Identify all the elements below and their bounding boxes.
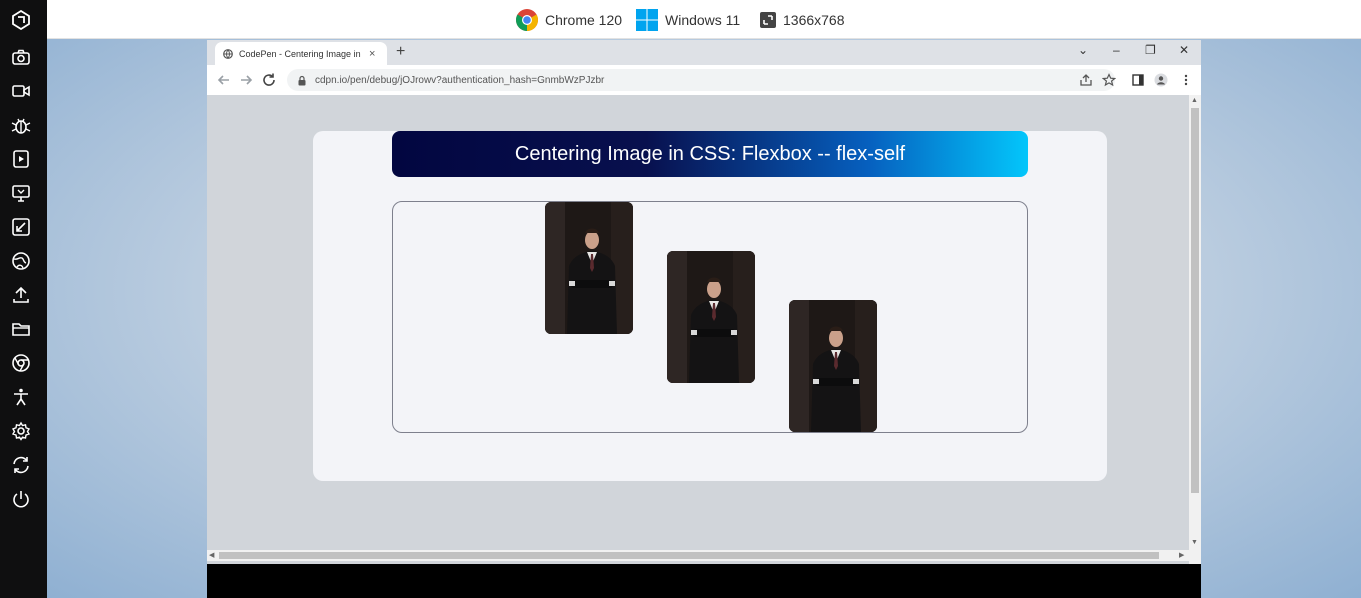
tab-codepen[interactable]: CodePen - Centering Image in C × bbox=[215, 42, 387, 65]
maximize-button[interactable]: ❐ bbox=[1145, 43, 1156, 57]
tab-search-button[interactable]: ⌄ bbox=[1078, 43, 1088, 57]
share-icon[interactable] bbox=[1079, 73, 1093, 87]
session-info-bar: Chrome 120 Windows 11 1366x768 bbox=[47, 0, 1361, 39]
back-arrow-icon[interactable] bbox=[216, 72, 232, 88]
power-icon[interactable] bbox=[11, 489, 31, 509]
sync-icon[interactable] bbox=[11, 455, 31, 475]
man-in-suit-image bbox=[545, 202, 633, 334]
resize-icon[interactable] bbox=[11, 217, 31, 237]
man-in-suit-image bbox=[789, 300, 877, 432]
play-screen-icon[interactable] bbox=[11, 149, 31, 169]
url-text: cdpn.io/pen/debug/jOJrowv?authentication… bbox=[315, 74, 605, 86]
horizontal-scrollbar[interactable]: ◀ ▶ bbox=[207, 550, 1189, 561]
browser-label: Chrome 120 bbox=[545, 12, 623, 28]
os-info: Windows 11 bbox=[635, 8, 740, 32]
os-label: Windows 11 bbox=[665, 12, 741, 28]
menu-kebab-icon[interactable] bbox=[1179, 73, 1193, 87]
bookmark-star-icon[interactable] bbox=[1102, 73, 1116, 87]
flex-container bbox=[392, 201, 1028, 433]
scroll-left-arrow-icon[interactable]: ◀ bbox=[209, 551, 214, 559]
browser-toolbar: cdpn.io/pen/debug/jOJrowv?authentication… bbox=[207, 65, 1201, 95]
horizontal-scroll-thumb[interactable] bbox=[219, 552, 1159, 559]
bug-icon[interactable] bbox=[11, 115, 31, 135]
demo-card: Centering Image in CSS: Flexbox -- flex-… bbox=[313, 131, 1107, 481]
reload-icon[interactable] bbox=[261, 72, 277, 88]
chrome-logo-icon bbox=[516, 9, 538, 31]
folder-icon[interactable] bbox=[11, 319, 31, 339]
new-tab-button[interactable]: + bbox=[396, 43, 405, 61]
image-flex-end bbox=[789, 300, 877, 432]
profile-avatar-icon[interactable] bbox=[1154, 73, 1168, 87]
settings-icon[interactable] bbox=[11, 421, 31, 441]
resolution-icon bbox=[760, 12, 776, 28]
vertical-scroll-thumb[interactable] bbox=[1191, 108, 1199, 493]
browser-info: Chrome 120 bbox=[515, 8, 622, 32]
man-in-suit-image bbox=[667, 251, 755, 383]
address-bar[interactable]: cdpn.io/pen/debug/jOJrowv?authentication… bbox=[287, 69, 1115, 91]
tab-close-button[interactable]: × bbox=[369, 48, 375, 60]
page-heading: Centering Image in CSS: Flexbox -- flex-… bbox=[392, 131, 1028, 177]
forward-arrow-icon[interactable] bbox=[238, 72, 254, 88]
image-flex-start bbox=[545, 202, 633, 334]
side-panel-icon[interactable] bbox=[1131, 73, 1145, 87]
windows-logo-icon bbox=[636, 9, 658, 31]
scroll-up-arrow-icon[interactable]: ▲ bbox=[1191, 97, 1198, 104]
tab-strip: CodePen - Centering Image in C × + ⌄ – ❐… bbox=[207, 40, 1201, 65]
tab-title: CodePen - Centering Image in C bbox=[239, 48, 363, 59]
accessibility-icon[interactable] bbox=[11, 387, 31, 407]
page-viewport: Centering Image in CSS: Flexbox -- flex-… bbox=[207, 95, 1201, 564]
browser-window: CodePen - Centering Image in C × + ⌄ – ❐… bbox=[207, 40, 1201, 598]
logo-icon[interactable] bbox=[11, 10, 31, 30]
lock-icon bbox=[298, 75, 306, 85]
resolution-label: 1366x768 bbox=[783, 12, 845, 28]
taskbar-area bbox=[207, 564, 1201, 598]
monitor-icon[interactable] bbox=[11, 183, 31, 203]
globe-favicon-icon bbox=[223, 48, 233, 59]
left-sidebar bbox=[0, 0, 47, 598]
upload-icon[interactable] bbox=[11, 285, 31, 305]
close-window-button[interactable]: ✕ bbox=[1179, 43, 1189, 57]
minimize-button[interactable]: – bbox=[1113, 43, 1120, 57]
chrome-icon[interactable] bbox=[11, 353, 31, 373]
image-flex-center bbox=[667, 251, 755, 383]
vertical-scrollbar[interactable]: ▲ ▼ bbox=[1189, 95, 1201, 564]
video-icon[interactable] bbox=[11, 81, 31, 101]
camera-icon[interactable] bbox=[11, 47, 31, 67]
globe-icon[interactable] bbox=[11, 251, 31, 271]
scroll-down-arrow-icon[interactable]: ▼ bbox=[1191, 539, 1198, 546]
resolution-info: 1366x768 bbox=[759, 8, 845, 32]
scroll-right-arrow-icon[interactable]: ▶ bbox=[1179, 551, 1184, 559]
